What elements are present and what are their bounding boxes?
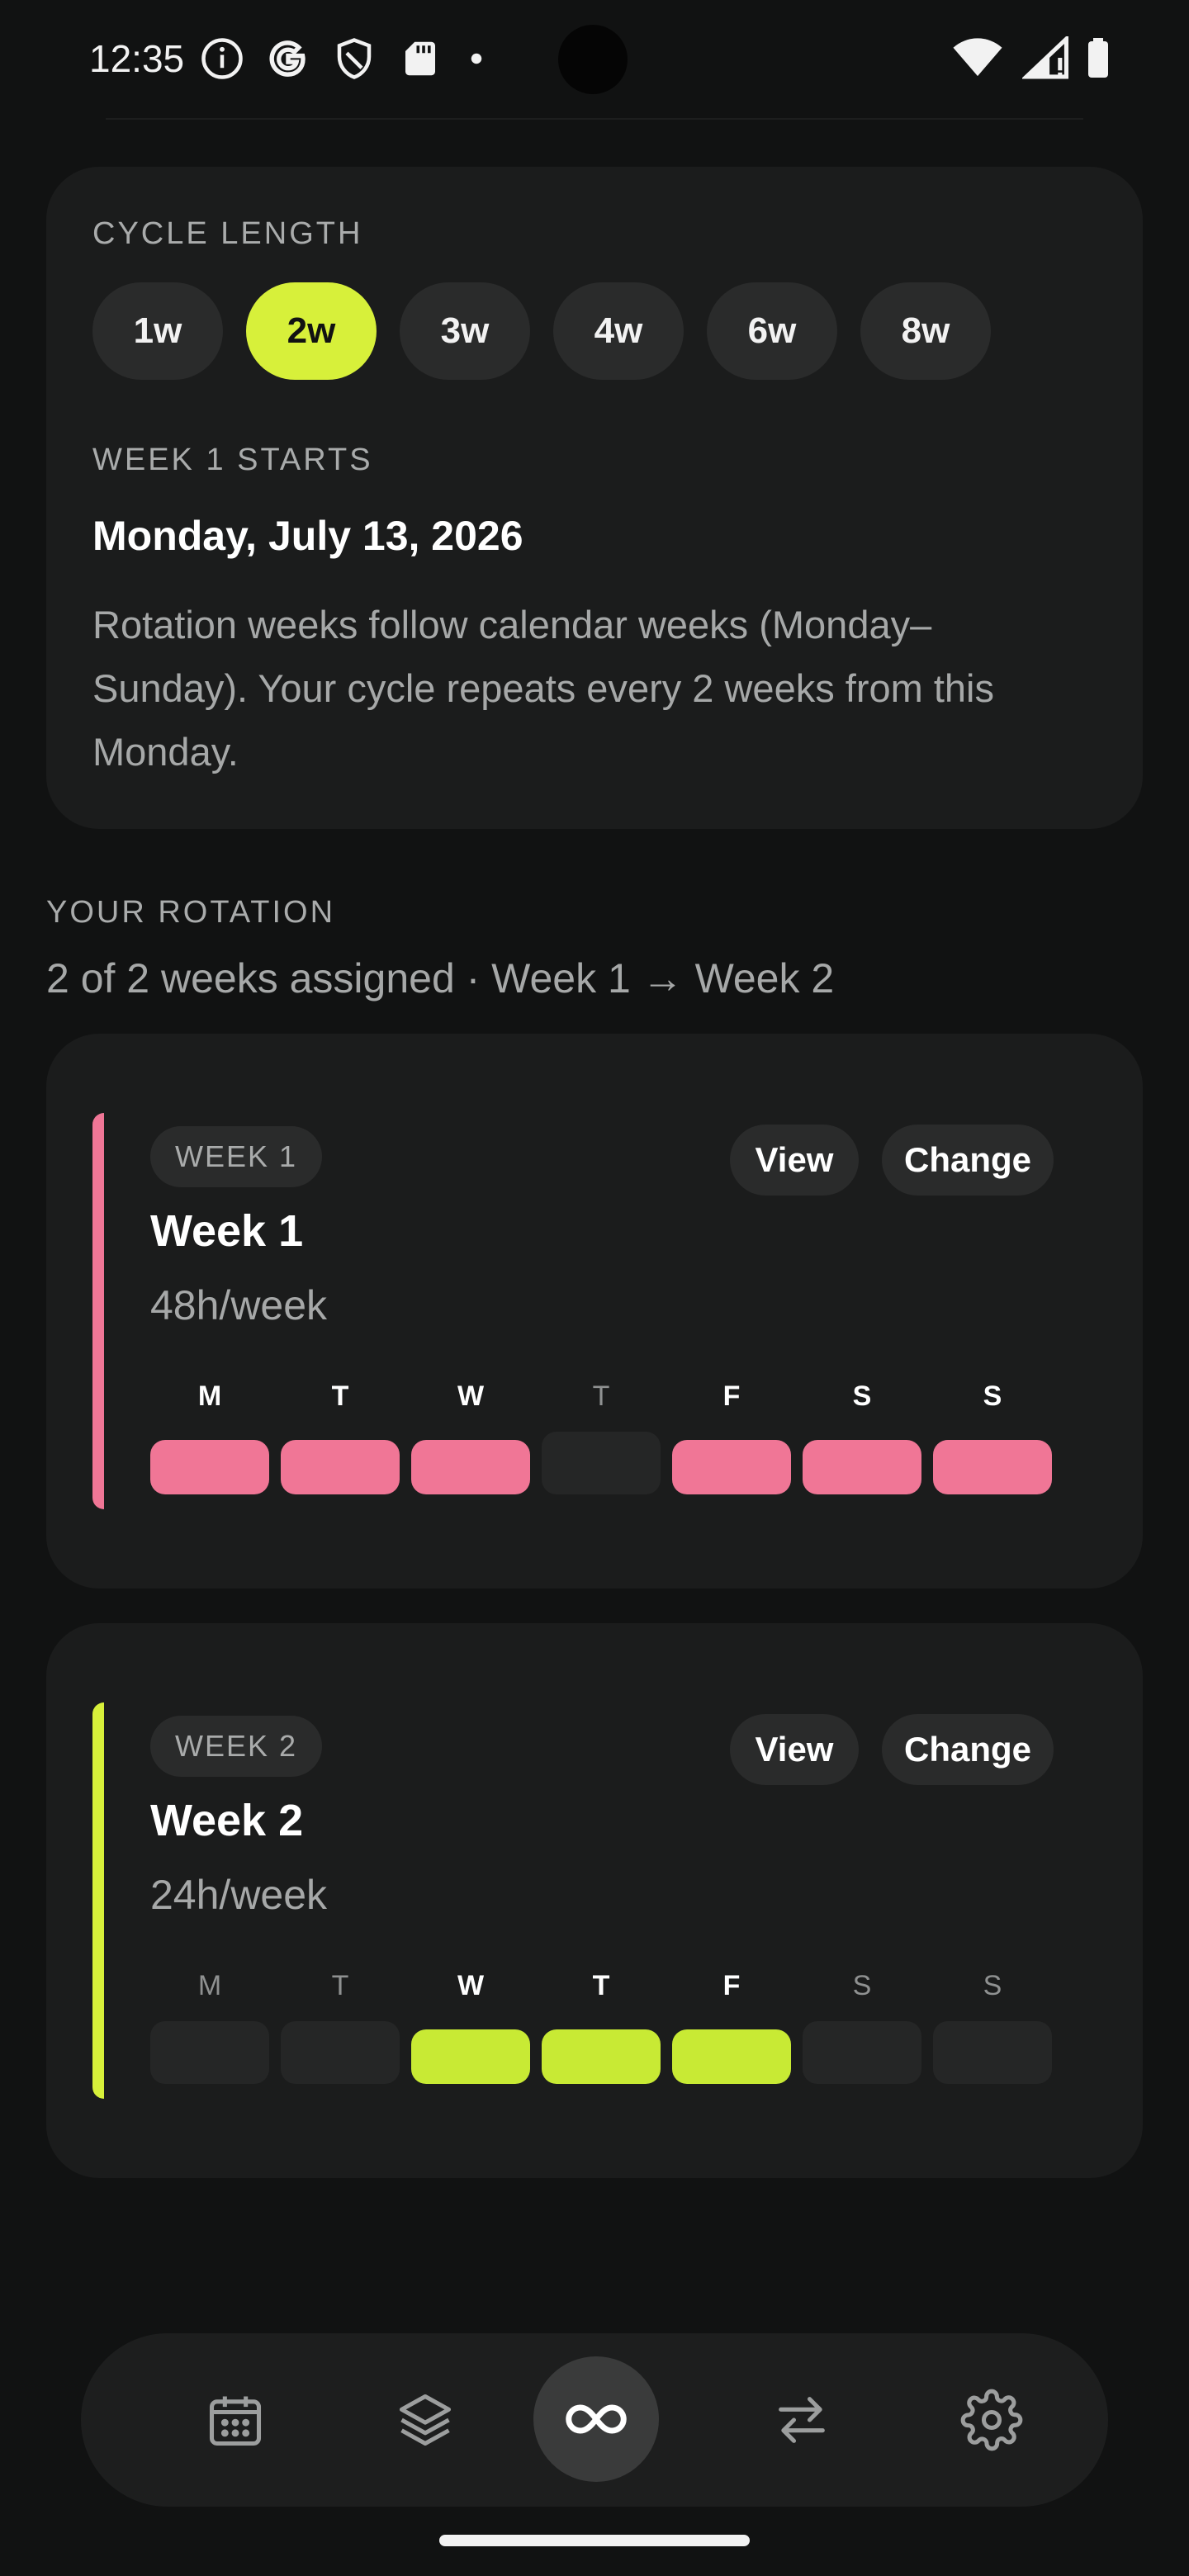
week-card: WEEK 2 View Change Week 2 24h/week M T W… <box>46 1623 1143 2178</box>
layers-icon <box>399 2394 452 2446</box>
change-week-button[interactable]: Change <box>882 1125 1054 1196</box>
day-column: S <box>933 1970 1052 2084</box>
calendar-icon <box>209 2396 262 2446</box>
day-cell-on <box>803 1440 921 1494</box>
day-cell-on <box>411 2029 530 2084</box>
day-cell-off <box>803 2021 921 2084</box>
day-column: M <box>150 1970 269 2084</box>
bottom-nav <box>81 2333 1108 2507</box>
day-letter: S <box>852 1380 872 1412</box>
day-column: W <box>411 1380 530 1494</box>
day-cell-on <box>672 2029 791 2084</box>
swap-icon <box>779 2397 825 2443</box>
day-column: F <box>672 1380 791 1494</box>
change-week-button[interactable]: Change <box>882 1714 1054 1785</box>
settings-icon <box>960 2389 1023 2451</box>
cycle-option-3w[interactable]: 3w <box>400 282 530 380</box>
day-letter: M <box>197 1380 222 1412</box>
nav-settings[interactable] <box>930 2333 1054 2507</box>
week-day-strip: M T W T F S S <box>150 1380 1052 1494</box>
wifi-icon <box>953 38 1002 77</box>
signal-icon <box>1022 36 1068 79</box>
week-hours: 48h/week <box>150 1282 328 1328</box>
infinity-icon <box>566 2404 627 2434</box>
week-day-strip: M T W T F S S <box>150 1970 1052 2084</box>
cycle-option-1w[interactable]: 1w <box>92 282 223 380</box>
day-column: T <box>542 1380 661 1494</box>
rotation-note: Rotation weeks follow calendar weeks (Mo… <box>92 603 994 774</box>
cycle-length-options: 1w 2w 3w 4w 6w 8w <box>92 282 991 380</box>
camera-cutout <box>558 25 628 94</box>
rotation-screen: 12:35 CYCLE LENGTH 1w 2w 3w 4w 6w 8w WEE… <box>0 0 1189 2576</box>
day-letter: W <box>457 1970 485 2001</box>
day-cell-off <box>542 1432 661 1494</box>
status-time: 12:35 <box>89 37 185 80</box>
view-week-button[interactable]: View <box>730 1714 859 1785</box>
cycle-option-8w[interactable]: 8w <box>860 282 991 380</box>
day-letter: S <box>983 1970 1002 2001</box>
week-hours: 24h/week <box>150 1872 328 1918</box>
day-letter: F <box>722 1970 741 2001</box>
day-cell-off <box>281 2021 400 2084</box>
header-divider <box>106 118 1083 120</box>
nav-calendar[interactable] <box>173 2333 297 2507</box>
day-cell-on <box>150 1440 269 1494</box>
your-rotation-label: YOUR ROTATION <box>46 895 336 930</box>
nav-layers[interactable] <box>363 2333 487 2507</box>
nav-swap[interactable] <box>740 2333 864 2507</box>
day-column: T <box>542 1970 661 2084</box>
week-title: Week 2 <box>150 1796 304 1845</box>
nav-rotation[interactable] <box>533 2356 659 2482</box>
week-badge: WEEK 1 <box>150 1126 323 1187</box>
week-badge: WEEK 2 <box>150 1716 323 1777</box>
google-icon <box>269 40 306 77</box>
shield-icon <box>337 38 372 79</box>
sd-card-icon <box>405 41 435 76</box>
day-letter: W <box>457 1380 485 1412</box>
week-start-date[interactable]: Monday, July 13, 2026 <box>92 512 523 560</box>
day-letter: T <box>592 1970 610 2001</box>
week-accent-bar <box>92 1702 104 2099</box>
day-cell-on <box>411 1440 530 1494</box>
day-cell-on <box>281 1440 400 1494</box>
cycle-option-6w[interactable]: 6w <box>707 282 837 380</box>
battery-icon <box>1088 38 1108 78</box>
day-column: S <box>933 1380 1052 1494</box>
day-letter: T <box>592 1380 610 1412</box>
day-cell-on <box>672 1440 791 1494</box>
day-column: S <box>803 1380 921 1494</box>
dot-icon <box>471 53 482 64</box>
day-cell-off <box>933 2021 1052 2084</box>
day-letter: S <box>852 1970 872 2001</box>
day-column: F <box>672 1970 791 2084</box>
cycle-option-2w[interactable]: 2w <box>246 282 377 380</box>
info-icon <box>201 38 243 79</box>
day-column: T <box>281 1380 400 1494</box>
day-letter: M <box>197 1970 222 2001</box>
view-week-button[interactable]: View <box>730 1125 859 1196</box>
day-column: S <box>803 1970 921 2084</box>
week-title: Week 1 <box>150 1206 304 1256</box>
week-start-label: WEEK 1 STARTS <box>92 443 373 477</box>
week-accent-bar <box>92 1113 104 1509</box>
day-letter: F <box>722 1380 741 1412</box>
day-letter: T <box>331 1970 349 2001</box>
status-icons-right <box>951 36 1110 79</box>
day-column: T <box>281 1970 400 2084</box>
day-column: M <box>150 1380 269 1494</box>
home-indicator[interactable] <box>439 2535 750 2546</box>
cycle-option-4w[interactable]: 4w <box>553 282 684 380</box>
cycle-length-label: CYCLE LENGTH <box>92 216 363 251</box>
status-icons-left <box>200 36 489 81</box>
day-cell-off <box>150 2021 269 2084</box>
day-cell-on <box>933 1440 1052 1494</box>
day-column: W <box>411 1970 530 2084</box>
status-bar: 12:35 <box>0 0 1189 116</box>
day-letter: S <box>983 1380 1002 1412</box>
rotation-summary: 2 of 2 weeks assigned · Week 1 → Week 2 <box>46 955 835 1002</box>
week-card: WEEK 1 View Change Week 1 48h/week M T W… <box>46 1034 1143 1589</box>
day-letter: T <box>331 1380 349 1412</box>
day-cell-on <box>542 2029 661 2084</box>
